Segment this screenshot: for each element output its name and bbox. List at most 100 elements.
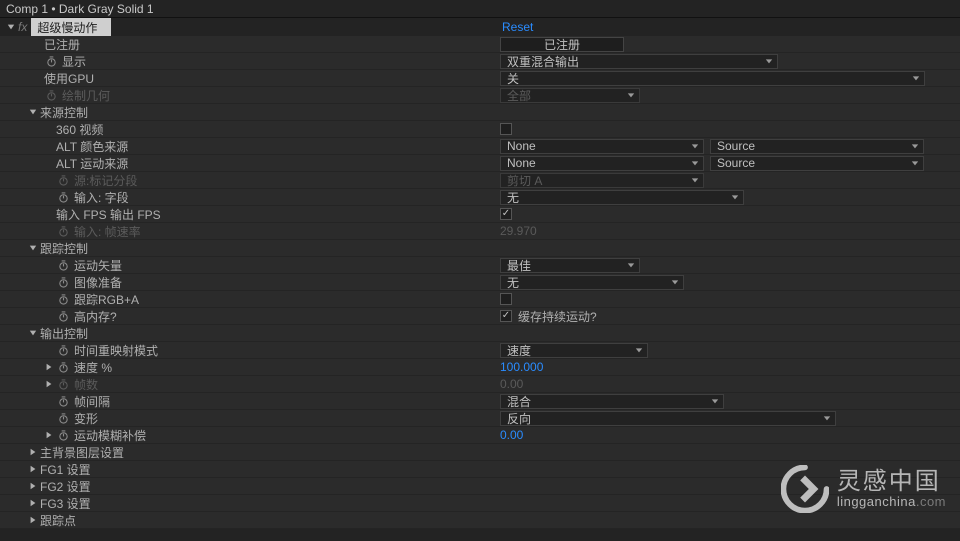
label-display: 显示 <box>62 53 86 70</box>
fps-checkbox[interactable] <box>500 208 512 220</box>
chevron-down-icon <box>691 156 699 170</box>
prop-high-memory: 高内存? 缓存持续运动? <box>0 308 960 325</box>
stopwatch-icon[interactable] <box>56 343 70 357</box>
label-time-remap-mode: 时间重映射模式 <box>74 342 158 359</box>
chevron-down-icon <box>691 173 699 187</box>
chevron-down-icon <box>627 88 635 102</box>
group-twisty[interactable] <box>28 498 38 508</box>
frame-count-value: 0.00 <box>500 377 523 391</box>
label-360-video: 360 视频 <box>56 121 103 138</box>
alt-motion-layer-dropdown[interactable]: None <box>500 156 704 171</box>
group-fg1-settings: FG1 设置 <box>0 461 960 478</box>
chevron-down-icon <box>912 71 920 85</box>
label-fg2-settings: FG2 设置 <box>40 478 91 495</box>
prop-input-field: 输入: 字段 无 <box>0 189 960 206</box>
stopwatch-icon[interactable] <box>56 428 70 442</box>
alt-motion-source-dropdown[interactable]: Source <box>710 156 924 171</box>
group-twisty[interactable] <box>28 481 38 491</box>
chevron-down-icon <box>711 394 719 408</box>
alt-color-layer-dropdown[interactable]: None <box>500 139 704 154</box>
label-motion-blur-comp: 运动模糊补偿 <box>74 427 146 444</box>
stopwatch-icon[interactable] <box>56 309 70 323</box>
stopwatch-icon <box>44 88 58 102</box>
comp-layer-title: Comp 1 • Dark Gray Solid 1 <box>6 2 154 16</box>
registered-textbox[interactable]: 已注册 <box>500 37 624 52</box>
effect-twisty[interactable] <box>6 22 16 32</box>
chevron-down-icon <box>765 54 773 68</box>
label-track-rgba: 跟踪RGB+A <box>74 291 139 308</box>
deform-dropdown[interactable]: 反向 <box>500 411 836 426</box>
frame-gap-dropdown[interactable]: 混合 <box>500 394 724 409</box>
label-use-gpu: 使用GPU <box>44 70 94 87</box>
label-bg-layer-settings: 主背景图层设置 <box>40 444 124 461</box>
prop-input-fps-output-fps: 输入 FPS 输出 FPS <box>0 206 960 223</box>
stopwatch-icon[interactable] <box>44 54 58 68</box>
stopwatch-icon[interactable] <box>56 360 70 374</box>
effect-name[interactable]: 超级慢动作 <box>31 18 111 37</box>
prop-frame-count: 帧数 0.00 <box>0 376 960 393</box>
speed-percent-value[interactable]: 100.000 <box>500 360 543 374</box>
prop-alt-color-source: ALT 颜色来源 None Source <box>0 138 960 155</box>
use-gpu-dropdown[interactable]: 关 <box>500 71 925 86</box>
label-motion-vector: 运动矢量 <box>74 257 122 274</box>
stopwatch-icon[interactable] <box>56 275 70 289</box>
label-cache-motion: 缓存持续运动? <box>518 308 597 325</box>
chevron-down-icon <box>823 411 831 425</box>
reset-link[interactable]: Reset <box>502 20 533 34</box>
group-track-control: 跟踪控制 <box>0 240 960 257</box>
prop-draw-geometry: 绘制几何 全部 <box>0 87 960 104</box>
group-twisty[interactable] <box>28 464 38 474</box>
label-input-fps-output-fps: 输入 FPS 输出 FPS <box>56 206 161 223</box>
group-twisty[interactable] <box>28 243 38 253</box>
motion-blur-comp-value[interactable]: 0.00 <box>500 428 523 442</box>
prop-input-frame-rate: 输入: 帧速率 29.970 <box>0 223 960 240</box>
chevron-down-icon <box>911 139 919 153</box>
motion-vector-dropdown[interactable]: 最佳 <box>500 258 640 273</box>
prop-twisty[interactable] <box>44 430 54 440</box>
stopwatch-icon[interactable] <box>56 258 70 272</box>
time-remap-dropdown[interactable]: 速度 <box>500 343 648 358</box>
prop-motion-blur-comp: 运动模糊补偿 0.00 <box>0 427 960 444</box>
effect-properties: 已注册 已注册 显示 双重混合输出 使用GPU 关 <box>0 36 960 529</box>
chevron-down-icon <box>671 275 679 289</box>
group-fg3-settings: FG3 设置 <box>0 495 960 512</box>
label-image-prep: 图像准备 <box>74 274 122 291</box>
360-video-checkbox[interactable] <box>500 123 512 135</box>
chevron-down-icon <box>691 139 699 153</box>
group-bg-layer-settings: 主背景图层设置 <box>0 444 960 461</box>
panel-header: Comp 1 • Dark Gray Solid 1 <box>0 0 960 18</box>
prop-twisty <box>44 379 54 389</box>
label-speed-percent: 速度 % <box>74 359 112 376</box>
group-output-control: 输出控制 <box>0 325 960 342</box>
stopwatch-icon[interactable] <box>56 190 70 204</box>
display-dropdown[interactable]: 双重混合输出 <box>500 54 778 69</box>
prop-deform: 变形 反向 <box>0 410 960 427</box>
stopwatch-icon[interactable] <box>56 394 70 408</box>
input-field-dropdown[interactable]: 无 <box>500 190 744 205</box>
label-deform: 变形 <box>74 410 98 427</box>
prop-source-marker-segment: 源:标记分段 剪切 A <box>0 172 960 189</box>
group-twisty[interactable] <box>28 515 38 525</box>
stopwatch-icon[interactable] <box>56 411 70 425</box>
prop-display: 显示 双重混合输出 <box>0 53 960 70</box>
prop-twisty[interactable] <box>44 362 54 372</box>
group-source-control: 来源控制 <box>0 104 960 121</box>
chevron-down-icon <box>627 258 635 272</box>
prop-speed-percent: 速度 % 100.000 <box>0 359 960 376</box>
group-twisty[interactable] <box>28 107 38 117</box>
group-twisty[interactable] <box>28 447 38 457</box>
track-rgba-checkbox[interactable] <box>500 293 512 305</box>
group-fg2-settings: FG2 设置 <box>0 478 960 495</box>
cache-motion-checkbox[interactable] <box>500 310 512 322</box>
alt-color-source-dropdown[interactable]: Source <box>710 139 924 154</box>
label-registered: 已注册 <box>44 36 80 53</box>
group-twisty[interactable] <box>28 328 38 338</box>
prop-time-remap-mode: 时间重映射模式 速度 <box>0 342 960 359</box>
label-draw-geometry: 绘制几何 <box>62 87 110 104</box>
prop-image-prep: 图像准备 无 <box>0 274 960 291</box>
prop-motion-vector: 运动矢量 最佳 <box>0 257 960 274</box>
stopwatch-icon <box>56 173 70 187</box>
chevron-down-icon <box>731 190 739 204</box>
image-prep-dropdown[interactable]: 无 <box>500 275 684 290</box>
stopwatch-icon[interactable] <box>56 292 70 306</box>
